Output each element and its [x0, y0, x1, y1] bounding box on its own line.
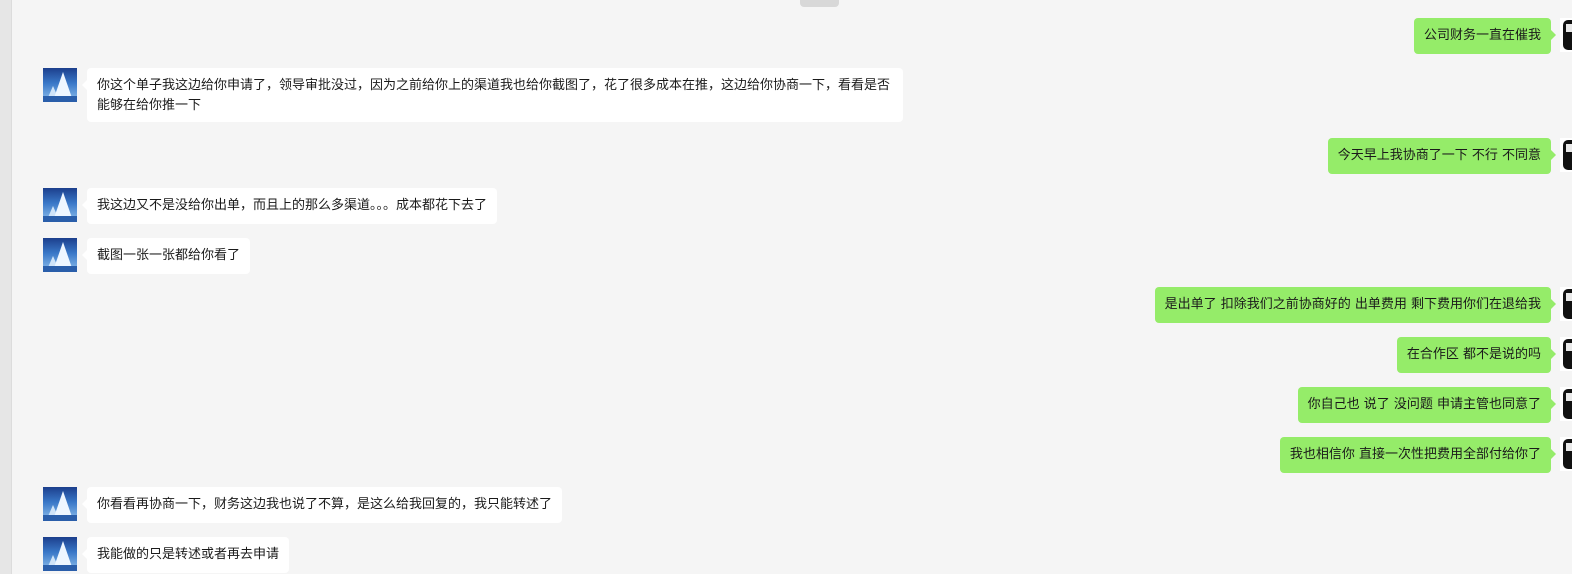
message-sent: 我也相信你 直接一次性把费用全部付给你了: [0, 437, 1572, 473]
message-text: 是出单了 扣除我们之前协商好的 出单费用 剩下费用你们在退给我: [1164, 297, 1541, 312]
message-sent: 你自己也 说了 没问题 申请主管也同意了: [0, 387, 1572, 423]
message-received: 你这个单子我这边给你申请了，领导审批没过，因为之前给你上的渠道我也给你截图了，花…: [43, 68, 943, 122]
my-avatar[interactable]: [1560, 437, 1572, 471]
message-text: 我能做的只是转述或者再去申请: [97, 547, 280, 562]
load-more-handle[interactable]: [800, 0, 839, 7]
message-received: 我这边又不是没给你出单，而且上的那么多渠道。。。成本都花下去了: [43, 188, 563, 224]
contact-avatar[interactable]: [43, 188, 77, 222]
message-text: 截图一张一张都给你看了: [97, 248, 241, 263]
my-avatar[interactable]: [1560, 387, 1572, 421]
message-received: 你看看再协商一下，财务这边我也说了不算，是这么给我回复的，我只能转述了: [43, 487, 623, 523]
message-text: 今天早上我协商了一下 不行 不同意: [1337, 148, 1541, 163]
my-avatar[interactable]: [1560, 287, 1572, 321]
message-bubble-received[interactable]: 你看看再协商一下，财务这边我也说了不算，是这么给我回复的，我只能转述了: [81, 487, 563, 523]
message-received: 我能做的只是转述或者再去申请: [43, 537, 343, 573]
message-bubble-sent[interactable]: 今天早上我协商了一下 不行 不同意: [1327, 138, 1557, 174]
message-bubble-received[interactable]: 你这个单子我这边给你申请了，领导审批没过，因为之前给你上的渠道我也给你截图了，花…: [82, 68, 903, 122]
message-bubble-received[interactable]: 截图一张一张都给你看了: [81, 238, 251, 274]
message-bubble-sent[interactable]: 在合作区 都不是说的吗: [1396, 337, 1557, 373]
message-bubble-sent[interactable]: 我也相信你 直接一次性把费用全部付给你了: [1279, 437, 1557, 473]
contact-avatar[interactable]: [43, 537, 77, 571]
message-text: 我也相信你 直接一次性把费用全部付给你了: [1289, 447, 1541, 462]
message-text: 你看看再协商一下，财务这边我也说了不算，是这么给我回复的，我只能转述了: [97, 497, 553, 512]
message-received: 截图一张一张都给你看了: [43, 238, 343, 274]
message-text: 在合作区 都不是说的吗: [1406, 347, 1541, 362]
message-text: 公司财务一直在催我: [1423, 28, 1541, 43]
my-avatar[interactable]: [1560, 337, 1572, 371]
message-text: 你这个单子我这边给你申请了，领导审批没过，因为之前给你上的渠道我也给你截图了，花…: [97, 78, 891, 113]
my-avatar[interactable]: [1560, 138, 1572, 172]
my-avatar[interactable]: [1560, 18, 1572, 52]
contact-avatar[interactable]: [43, 238, 77, 272]
message-sent: 公司财务一直在催我: [0, 18, 1572, 54]
contact-avatar[interactable]: [43, 68, 77, 102]
message-bubble-sent[interactable]: 你自己也 说了 没问题 申请主管也同意了: [1297, 387, 1557, 423]
message-bubble-sent[interactable]: 公司财务一直在催我: [1413, 18, 1557, 54]
message-sent: 在合作区 都不是说的吗: [0, 337, 1572, 373]
message-text: 我这边又不是没给你出单，而且上的那么多渠道。。。成本都花下去了: [97, 198, 488, 213]
message-sent: 是出单了 扣除我们之前协商好的 出单费用 剩下费用你们在退给我: [0, 287, 1572, 323]
message-bubble-sent[interactable]: 是出单了 扣除我们之前协商好的 出单费用 剩下费用你们在退给我: [1154, 287, 1557, 323]
contact-avatar[interactable]: [43, 487, 77, 521]
message-bubble-received[interactable]: 我这边又不是没给你出单，而且上的那么多渠道。。。成本都花下去了: [81, 188, 498, 224]
message-text: 你自己也 说了 没问题 申请主管也同意了: [1307, 397, 1541, 412]
message-bubble-received[interactable]: 我能做的只是转述或者再去申请: [81, 537, 290, 573]
message-sent: 今天早上我协商了一下 不行 不同意: [0, 138, 1572, 174]
